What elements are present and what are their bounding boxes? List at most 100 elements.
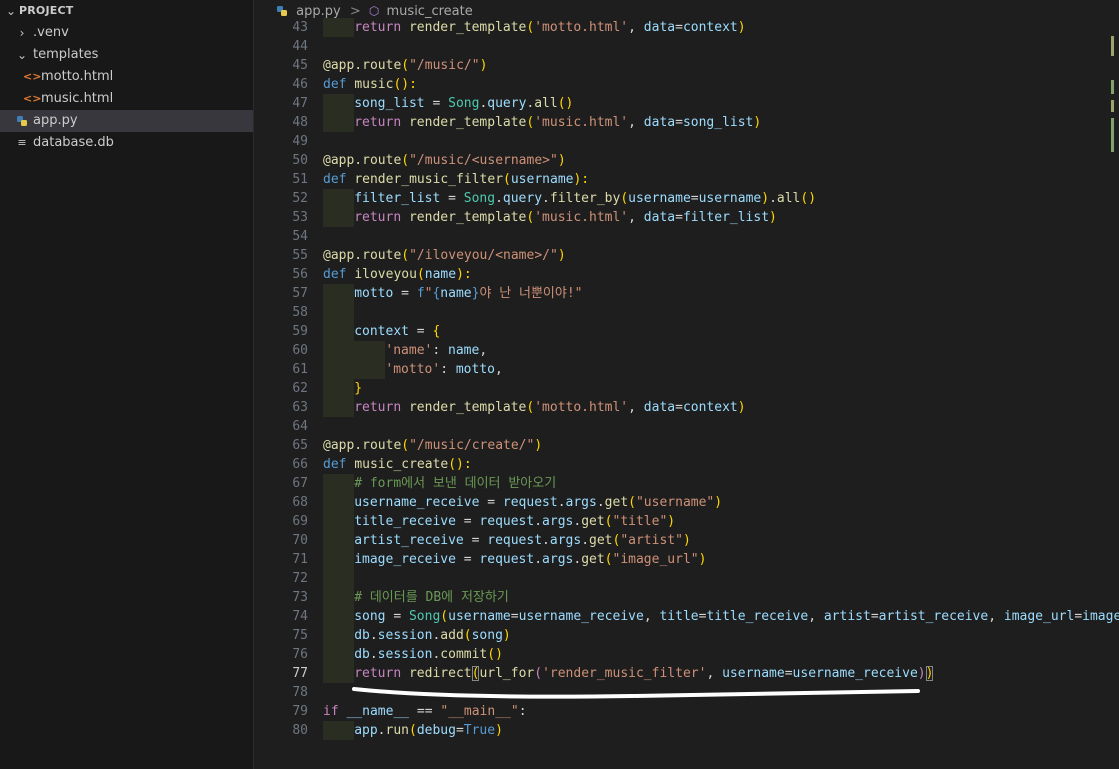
code-line[interactable]: song_list = Song.query.all() — [323, 94, 1119, 113]
tree-item-database-db[interactable]: ≡ database.db — [0, 132, 253, 154]
code-line[interactable]: } — [323, 379, 1119, 398]
code-line[interactable]: if __name__ == "__main__": — [323, 702, 1119, 721]
code-line[interactable]: return render_template('motto.html', dat… — [323, 398, 1119, 417]
project-folder-header[interactable]: ⌄ PROJECT — [0, 0, 253, 22]
tree-item-templates[interactable]: ⌄ templates — [0, 44, 253, 66]
code-token: image_url — [1003, 609, 1075, 624]
code-line[interactable]: db.session.commit() — [323, 645, 1119, 664]
code-token: ( — [503, 172, 511, 187]
line-number: 77 — [292, 666, 308, 681]
code-line[interactable]: image_receive = request.args.get("image_… — [323, 550, 1119, 569]
code-line[interactable]: title_receive = request.args.get("title"… — [323, 512, 1119, 531]
code-token: return — [354, 20, 402, 35]
code-line[interactable] — [323, 132, 1119, 151]
code-line[interactable]: @app.route("/music/") — [323, 56, 1119, 75]
line-number: 74 — [292, 609, 308, 624]
code-token: , — [628, 400, 644, 415]
code-token: ) — [534, 438, 543, 453]
code-line[interactable]: return render_template('motto.html', dat… — [323, 18, 1119, 37]
code-line[interactable] — [323, 227, 1119, 246]
code-line[interactable]: def music_create(): — [323, 455, 1119, 474]
line-number: 61 — [292, 362, 308, 377]
code-line[interactable] — [323, 569, 1119, 588]
code-line[interactable]: app.run(debug=True) — [323, 721, 1119, 740]
code-line[interactable] — [323, 303, 1119, 322]
code-token: song — [354, 609, 386, 624]
code-line[interactable]: def music(): — [323, 75, 1119, 94]
code-token: ) — [502, 628, 511, 643]
code-line[interactable]: @app.route("/music/create/") — [323, 436, 1119, 455]
indent-guide — [323, 474, 354, 493]
code-line[interactable]: def render_music_filter(username): — [323, 170, 1119, 189]
code-line[interactable]: 'motto': motto, — [323, 360, 1119, 379]
code-token: args — [549, 533, 582, 548]
code-token: Song — [463, 191, 496, 206]
tree-item-motto-html[interactable]: <> motto.html — [0, 66, 253, 88]
code-token: . — [377, 723, 386, 738]
line-number: 48 — [292, 115, 308, 130]
tree-item-music-html[interactable]: <> music.html — [0, 88, 253, 110]
code-line[interactable]: # 데이터를 DB에 저장하기 — [323, 588, 1119, 607]
indent-guide — [323, 721, 354, 740]
code-token: request — [479, 552, 535, 567]
code-line[interactable]: username_receive = request.args.get("use… — [323, 493, 1119, 512]
line-number: 65 — [292, 438, 308, 453]
indent-guide — [323, 493, 354, 512]
code-token: ( — [440, 609, 449, 624]
code-token: , — [988, 609, 1004, 624]
line-number: 76 — [292, 647, 308, 662]
code-line[interactable]: motto = f"{name}야 난 너뿐이야!" — [323, 284, 1119, 303]
code-line[interactable]: db.session.add(song) — [323, 626, 1119, 645]
code-token: = — [385, 609, 409, 624]
code-token: , — [479, 343, 488, 358]
code-line[interactable]: def iloveyou(name): — [323, 265, 1119, 284]
explorer-sidebar: ⌄ PROJECT › .venv ⌄ templates <> motto.h… — [0, 0, 254, 769]
chevron-down-icon: ⌄ — [5, 4, 17, 18]
code-token: , — [628, 20, 644, 35]
code-token: (): — [393, 77, 417, 92]
code-token: __name__ — [346, 704, 410, 719]
code-line[interactable]: return redirect(url_for('render_music_fi… — [323, 664, 1119, 683]
code-token: "/iloveyou/<name>/" — [409, 248, 558, 263]
code-token: name — [440, 286, 472, 301]
code-token: ): — [573, 172, 590, 187]
code-line[interactable]: artist_receive = request.args.get("artis… — [323, 531, 1119, 550]
code-line[interactable]: filter_list = Song.query.filter_by(usern… — [323, 189, 1119, 208]
tree-item-app-py[interactable]: app.py — [0, 110, 253, 132]
code-token: ) — [769, 210, 777, 225]
code-line[interactable]: @app.route("/iloveyou/<name>/") — [323, 246, 1119, 265]
code-editor[interactable]: 43 44 45 46 47 48 49 50 51 52 53 54 55 56 57 58 59 60 61 62… — [254, 18, 1119, 769]
line-number: 51 — [292, 172, 308, 187]
tree-item-venv[interactable]: › .venv — [0, 22, 253, 44]
code-line[interactable]: @app.route("/music/<username>") — [323, 151, 1119, 170]
tree-item-label: motto.html — [41, 69, 114, 84]
code-area[interactable]: return render_template ('motto.html', dat… — [323, 18, 1119, 740]
code-token: username — [628, 191, 691, 206]
code-line[interactable] — [323, 37, 1119, 56]
tree-item-label: music.html — [41, 91, 114, 106]
code-line[interactable]: song = Song(username=username_receive, t… — [323, 607, 1119, 626]
code-line[interactable]: return render_template('music.html', dat… — [323, 208, 1119, 227]
code-token: session — [377, 628, 433, 643]
line-number: 56 — [292, 267, 308, 282]
code-token: } — [354, 381, 363, 396]
code-token: request — [502, 495, 558, 510]
code-token: = — [440, 191, 464, 206]
code-token: artist_receive — [878, 609, 989, 624]
code-token: 'name' — [385, 343, 433, 358]
code-line[interactable]: context = { — [323, 322, 1119, 341]
line-number: 62 — [292, 381, 308, 396]
code-token: = — [455, 514, 480, 529]
line-number: 69 — [292, 514, 308, 529]
code-line[interactable]: 'name': name, — [323, 341, 1119, 360]
code-token: debug — [416, 723, 456, 738]
code-token: return — [354, 210, 402, 225]
line-number: 66 — [292, 457, 308, 472]
code-token: username — [510, 172, 574, 187]
code-line[interactable]: # form에서 보낸 데이터 받아오기 — [323, 474, 1119, 493]
line-number: 44 — [292, 39, 308, 54]
code-line[interactable]: return render_template('music.html', dat… — [323, 113, 1119, 132]
code-token: iloveyou — [354, 267, 417, 282]
code-line[interactable] — [323, 417, 1119, 436]
